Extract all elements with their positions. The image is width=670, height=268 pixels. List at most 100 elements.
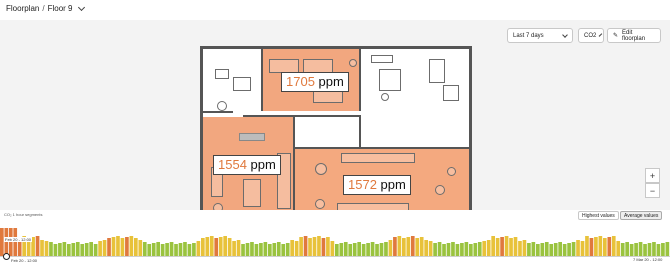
timeline-bar[interactable] <box>625 242 629 256</box>
timeline-bar[interactable] <box>589 238 594 256</box>
timeline-bar[interactable] <box>125 237 129 256</box>
timeline-bar[interactable] <box>379 243 384 256</box>
timeline-bar[interactable] <box>263 242 268 256</box>
timeline-bar[interactable] <box>607 237 612 256</box>
timeline-bar[interactable] <box>384 242 388 256</box>
timeline-bar[interactable] <box>598 236 603 256</box>
timeline-bar[interactable] <box>553 243 558 256</box>
timeline-bar[interactable] <box>451 242 455 256</box>
time-range-select[interactable]: Last 7 days <box>507 28 573 43</box>
zoom-out-button[interactable]: − <box>645 183 660 198</box>
timeline-bar[interactable] <box>469 244 473 256</box>
timeline-bar[interactable] <box>375 244 379 256</box>
timeline-bar[interactable] <box>455 244 460 256</box>
timeline-bar[interactable] <box>576 240 580 256</box>
timeline-bar[interactable] <box>357 242 361 256</box>
timeline-bar[interactable] <box>348 244 353 256</box>
timeline-bar[interactable] <box>89 242 93 256</box>
timeline-bar[interactable] <box>500 237 504 256</box>
timeline-bar[interactable] <box>665 242 670 256</box>
timeline-bar[interactable] <box>446 243 451 256</box>
timeline-bar[interactable] <box>594 237 598 256</box>
highest-values-toggle[interactable]: Highest values <box>578 211 619 220</box>
timeline-bar[interactable] <box>388 240 393 256</box>
timeline-bar[interactable] <box>544 242 549 256</box>
timeline-bar[interactable] <box>460 243 464 256</box>
timeline-bar[interactable] <box>616 241 621 256</box>
timeline-bar[interactable] <box>464 242 469 256</box>
timeline-bar[interactable] <box>419 237 424 256</box>
timeline-bar[interactable] <box>4 228 9 256</box>
timeline-bar[interactable] <box>527 243 531 256</box>
timeline-bar[interactable] <box>643 244 647 256</box>
timeline-bar[interactable] <box>571 242 576 256</box>
timeline-bar[interactable] <box>187 244 192 256</box>
timeline-bar[interactable] <box>138 240 143 256</box>
timeline-bar-chart[interactable] <box>0 224 670 256</box>
timeline-bar[interactable] <box>518 241 522 256</box>
timeline-bar[interactable] <box>232 241 236 256</box>
timeline-bar[interactable] <box>522 240 527 256</box>
timeline-bar[interactable] <box>402 238 406 256</box>
timeline-bar[interactable] <box>218 237 223 256</box>
timeline-bar[interactable] <box>49 242 53 256</box>
timeline-bar[interactable] <box>321 238 326 256</box>
timeline-bar[interactable] <box>250 242 254 256</box>
timeline-bar[interactable] <box>482 241 487 256</box>
timeline-bars[interactable] <box>0 224 670 256</box>
timeline-bar[interactable] <box>509 238 513 256</box>
timeline-bar[interactable] <box>661 243 665 256</box>
timeline-bar[interactable] <box>165 243 169 256</box>
timeline-bar[interactable] <box>111 237 116 256</box>
timeline-bar[interactable] <box>276 242 281 256</box>
timeline-bar[interactable] <box>174 244 178 256</box>
timeline-bar[interactable] <box>223 236 227 256</box>
timeline-bar[interactable] <box>58 243 62 256</box>
timeline-bar[interactable] <box>424 240 428 256</box>
timeline-bar[interactable] <box>477 242 482 256</box>
timeline-bar[interactable] <box>308 238 312 256</box>
average-values-toggle[interactable]: Average values <box>620 211 663 220</box>
timeline-bar[interactable] <box>160 244 165 256</box>
timeline-bar[interactable] <box>558 242 562 256</box>
timeline-bar[interactable] <box>196 241 201 256</box>
timeline-bar[interactable] <box>205 237 210 256</box>
timeline-bar[interactable] <box>134 238 138 256</box>
timeline-bar[interactable] <box>285 243 290 256</box>
timeline-bar[interactable] <box>361 244 366 256</box>
timeline-bar[interactable] <box>183 242 187 256</box>
timeline-bar[interactable] <box>410 236 415 256</box>
timeline-bar[interactable] <box>13 228 18 256</box>
timeline-bar[interactable] <box>638 242 643 256</box>
timeline-bar[interactable] <box>580 241 585 256</box>
timeline-bar[interactable] <box>80 244 85 256</box>
timeline-bar[interactable] <box>214 238 219 256</box>
timeline-bar[interactable] <box>406 237 411 256</box>
metric-select[interactable]: CO2 <box>578 28 604 43</box>
timeline-bar[interactable] <box>156 242 160 256</box>
timeline-bar[interactable] <box>142 242 147 256</box>
zoom-in-button[interactable]: + <box>645 168 660 183</box>
chevron-down-icon[interactable] <box>77 3 85 11</box>
timeline-bar[interactable] <box>40 240 44 256</box>
timeline-bar[interactable] <box>0 228 4 256</box>
timeline-bar[interactable] <box>299 237 303 256</box>
timeline-bar[interactable] <box>634 243 638 256</box>
timeline-bar[interactable] <box>120 238 125 256</box>
timeline-bar[interactable] <box>268 244 272 256</box>
timeline-bar[interactable] <box>227 238 232 256</box>
timeline-bar[interactable] <box>504 236 509 256</box>
timeline-bar[interactable] <box>629 244 634 256</box>
timeline-bar[interactable] <box>93 244 98 256</box>
timeline-bar[interactable] <box>241 244 245 256</box>
timeline-bar[interactable] <box>317 236 321 256</box>
timeline-bar[interactable] <box>603 238 607 256</box>
timeline-bar[interactable] <box>330 241 335 256</box>
timeline-bar[interactable] <box>8 228 13 256</box>
timeline-bar[interactable] <box>35 236 40 256</box>
timeline-bar[interactable] <box>303 236 308 256</box>
timeline-bar[interactable] <box>151 243 156 256</box>
timeline-bar[interactable] <box>53 244 58 256</box>
timeline-bar[interactable] <box>169 242 174 256</box>
timeline-bar[interactable] <box>312 237 317 256</box>
